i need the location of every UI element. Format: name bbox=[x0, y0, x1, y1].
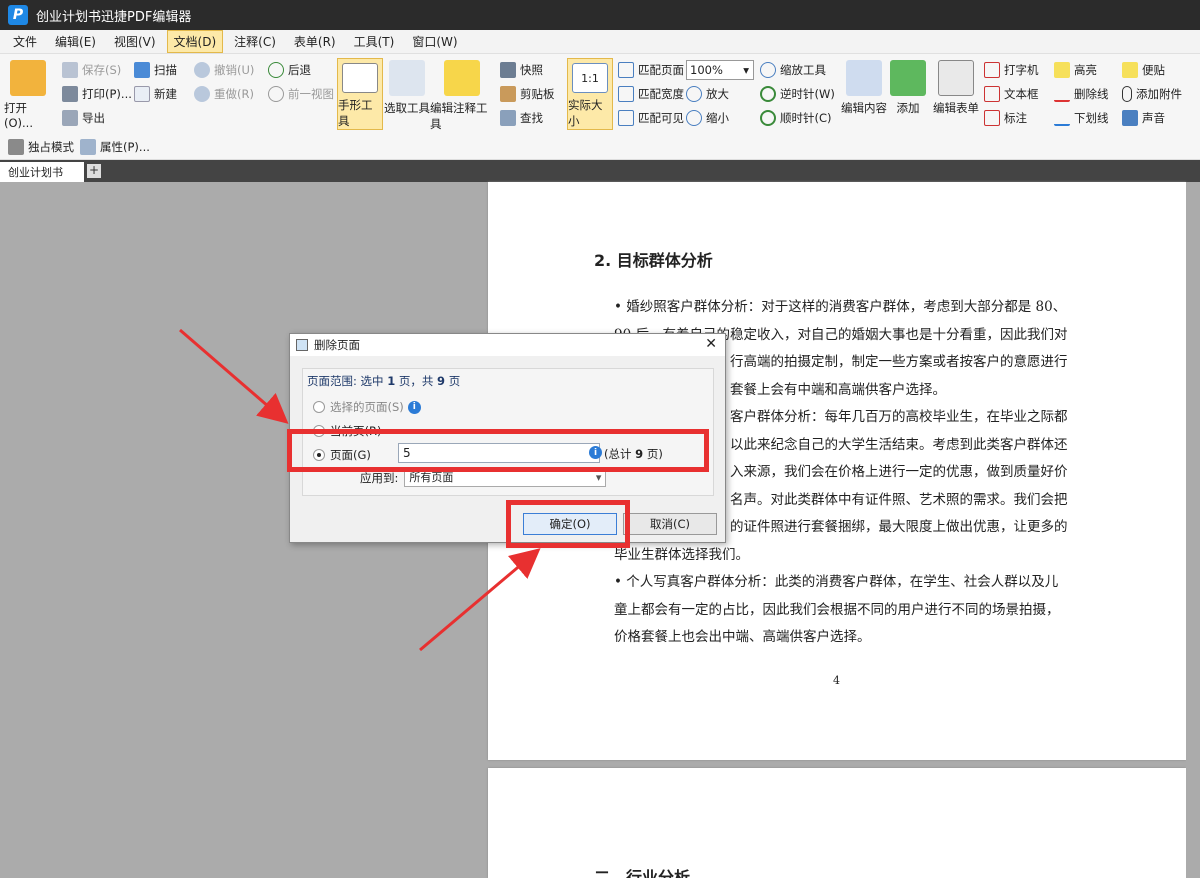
annotation-arrows bbox=[179, 328, 541, 652]
arrow-to-ok-button bbox=[419, 548, 541, 652]
arrow-to-pages-row bbox=[179, 328, 289, 424]
